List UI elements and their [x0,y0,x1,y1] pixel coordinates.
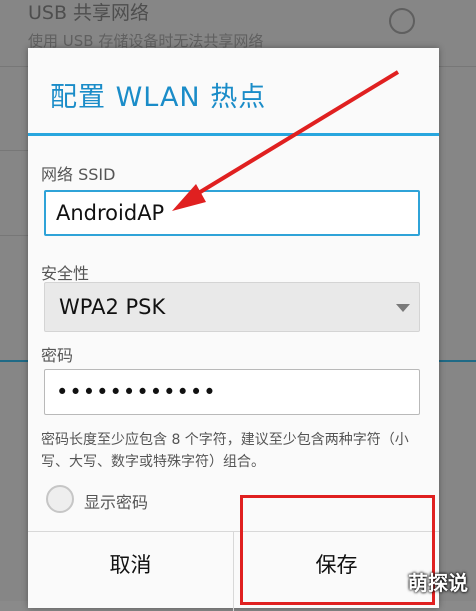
annotation-arrow-shaft [190,70,400,199]
annotation-highlight-box [240,495,435,605]
annotation-arrow-head [172,184,206,211]
watermark: 萌探说 [408,571,468,595]
